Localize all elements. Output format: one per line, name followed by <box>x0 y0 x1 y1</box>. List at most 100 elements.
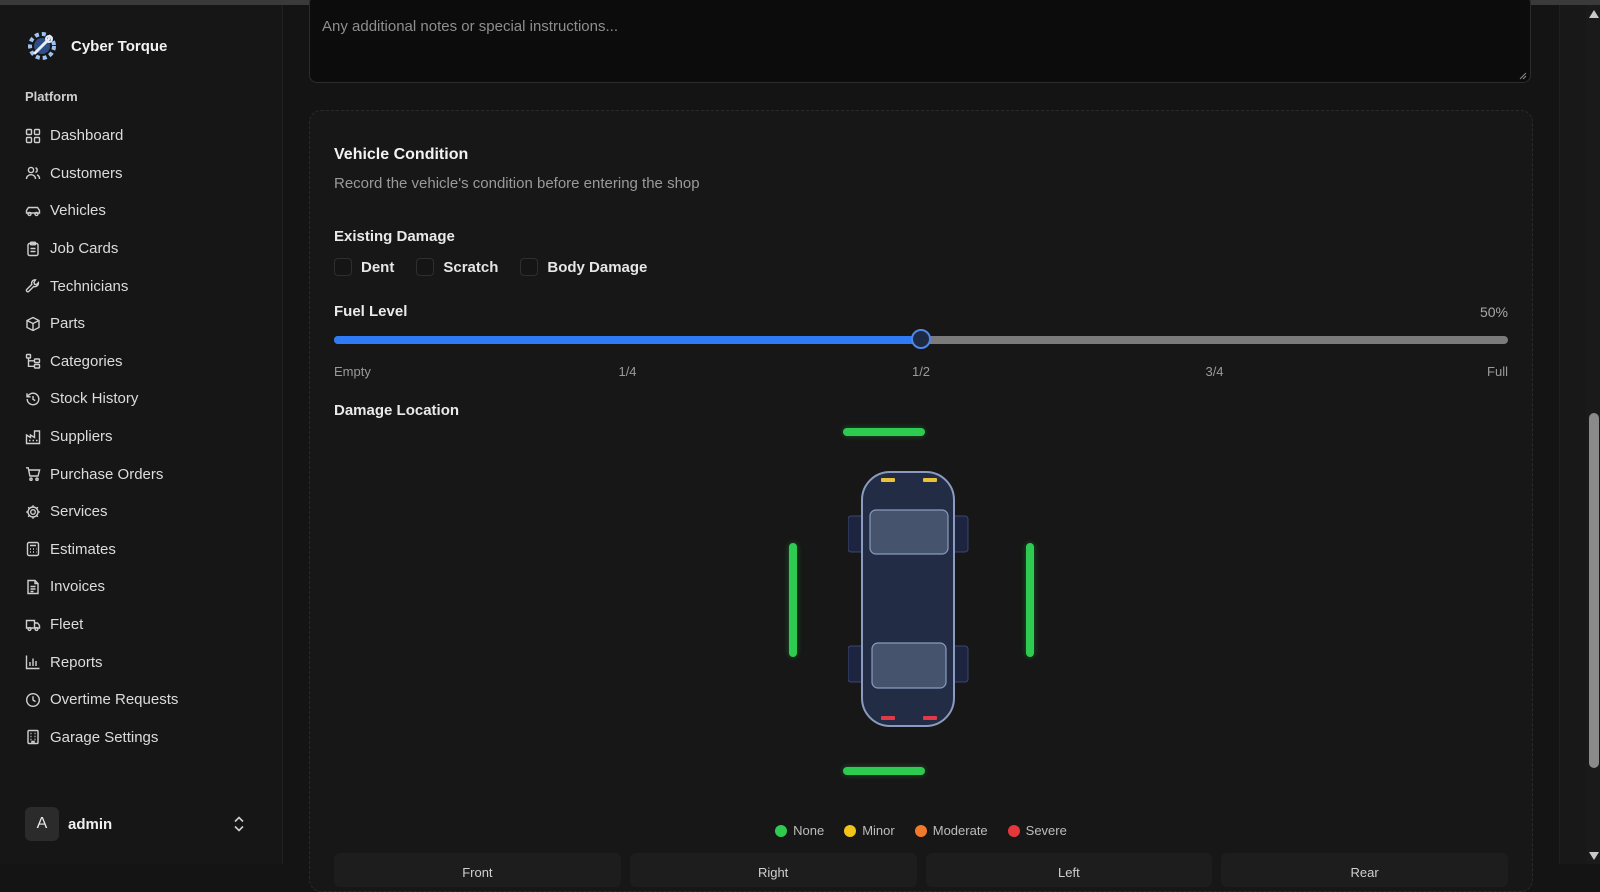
sidebar-item-stock-history[interactable]: Stock History <box>16 380 266 418</box>
scroll-up-arrow-icon[interactable] <box>1589 10 1599 18</box>
fuel-tick-label: 1/2 <box>911 364 931 379</box>
sidebar-item-label: Parts <box>50 315 86 333</box>
chevron-up-down-icon <box>234 816 244 832</box>
checkbox-box[interactable] <box>520 258 539 276</box>
sidebar-item-label: Estimates <box>50 540 116 558</box>
damage-side-tabs: Front Right Left Rear <box>334 853 1508 887</box>
sidebar-item-services[interactable]: Services <box>16 493 266 531</box>
sidebar-item-technicians[interactable]: Technicians <box>16 267 266 305</box>
legend-label: Moderate <box>932 823 988 838</box>
building-icon <box>27 730 39 745</box>
sidebar-item-overtime-requests[interactable]: Overtime Requests <box>16 681 266 719</box>
sidebar-item-label: Overtime Requests <box>50 691 179 709</box>
checkbox-label: Dent <box>361 258 395 276</box>
avatar: A <box>25 807 59 841</box>
sidebar-item-estimates[interactable]: Estimates <box>16 531 266 569</box>
tab-rear[interactable]: Rear <box>1221 853 1508 887</box>
sidebar-item-purchase-orders[interactable]: Purchase Orders <box>16 455 266 493</box>
scroll-down-arrow-icon[interactable] <box>1589 852 1599 860</box>
sidebar-item-vehicles[interactable]: Vehicles <box>16 192 266 230</box>
legend-item-severe: Severe <box>1007 823 1067 838</box>
sidebar-item-label: Garage Settings <box>50 728 159 746</box>
sidebar-item-label: Fleet <box>50 616 84 634</box>
wrench-icon <box>25 279 40 293</box>
brand[interactable]: Cyber Torque <box>25 29 167 63</box>
tab-left[interactable]: Left <box>925 853 1213 887</box>
left-damage-zone[interactable] <box>789 543 797 657</box>
receipt-icon <box>27 579 39 595</box>
tab-right[interactable]: Right <box>629 853 917 887</box>
box-icon <box>26 316 40 332</box>
sidebar-item-label: Suppliers <box>50 428 113 446</box>
sidebar: Cyber Torque Platform Dashboard Customer… <box>0 5 283 864</box>
legend-dot <box>914 824 927 837</box>
checkbox-box[interactable] <box>334 258 352 276</box>
sidebar-item-label: Job Cards <box>50 240 119 258</box>
dent-checkbox[interactable]: Dent <box>334 258 394 276</box>
users-icon <box>25 167 41 180</box>
fuel-tick-label: 1/4 <box>618 364 637 379</box>
sidebar-item-label: Stock History <box>50 390 139 408</box>
sidebar-item-suppliers[interactable]: Suppliers <box>16 418 266 456</box>
legend-label: Minor <box>862 823 895 838</box>
calculator-icon <box>26 542 40 557</box>
sidebar-item-parts[interactable]: Parts <box>16 305 266 343</box>
sidebar-item-job-cards[interactable]: Job Cards <box>16 230 266 268</box>
sidebar-item-reports[interactable]: Reports <box>16 643 266 681</box>
sidebar-item-customers[interactable]: Customers <box>16 155 266 193</box>
fuel-tick-labels: Empty 1/4 1/2 3/4 Full <box>334 364 1508 380</box>
sidebar-item-label: Technicians <box>50 277 129 295</box>
fuel-tick-label: 3/4 <box>1205 364 1224 379</box>
right-damage-zone[interactable] <box>1026 543 1034 657</box>
sidebar-item-categories[interactable]: Categories <box>16 343 266 381</box>
sidebar-item-label: Reports <box>50 653 103 671</box>
damage-location-label: Damage Location <box>334 402 460 419</box>
car-icon <box>25 206 41 217</box>
fuel-level-slider[interactable] <box>334 329 1508 349</box>
sidebar-item-fleet[interactable]: Fleet <box>16 606 266 644</box>
checkbox-box[interactable] <box>416 258 435 276</box>
tab-front[interactable]: Front <box>334 853 621 887</box>
nav-section-label: Platform <box>25 89 78 104</box>
resize-grip-icon[interactable] <box>1519 72 1527 80</box>
sidebar-item-garage-settings[interactable]: Garage Settings <box>16 719 266 757</box>
fuel-tick-label: Empty <box>334 364 371 379</box>
sidebar-item-label: Categories <box>50 352 123 370</box>
front-damage-zone[interactable] <box>843 428 925 436</box>
damage-legend: None Minor Moderate Severe <box>310 823 1532 838</box>
fuel-level-value: 50% <box>1479 304 1508 320</box>
fuel-tick-label: Full <box>1487 364 1508 379</box>
sidebar-item-dashboard[interactable]: Dashboard <box>16 117 266 155</box>
truck-icon <box>25 619 41 631</box>
fuel-slider-thumb[interactable] <box>911 329 931 349</box>
user-menu[interactable]: A admin <box>25 806 247 842</box>
card-title: Vehicle Condition <box>334 146 469 163</box>
page-scrollbar[interactable] <box>1559 5 1600 864</box>
fuel-level-label: Fuel Level <box>334 303 408 320</box>
notes-placeholder: Any additional notes or special instruct… <box>322 18 618 35</box>
damage-checkboxes: Dent Scratch Body Damage <box>334 258 669 276</box>
sidebar-item-label: Invoices <box>50 578 106 596</box>
scrollbar-thumb[interactable] <box>1589 413 1599 768</box>
card-subtitle: Record the vehicle's condition before en… <box>334 175 700 192</box>
cog-icon <box>26 504 40 519</box>
body-damage-checkbox[interactable]: Body Damage <box>520 258 647 276</box>
legend-item-moderate: Moderate <box>914 823 988 838</box>
sidebar-item-invoices[interactable]: Invoices <box>16 568 266 606</box>
sidebar-item-label: Customers <box>50 164 123 182</box>
main-content: Any additional notes or special instruct… <box>283 0 1559 892</box>
scratch-checkbox[interactable]: Scratch <box>416 258 498 276</box>
user-name: admin <box>68 815 113 833</box>
notes-textarea[interactable]: Any additional notes or special instruct… <box>309 0 1531 83</box>
sidebar-item-label: Purchase Orders <box>50 465 164 483</box>
existing-damage-label: Existing Damage <box>334 228 455 245</box>
bar-chart-icon <box>25 655 40 670</box>
sidebar-item-label: Vehicles <box>50 202 106 220</box>
sidebar-nav: Dashboard Customers Vehicles Job Cards T… <box>16 117 266 756</box>
car-top-view-icon <box>848 471 969 727</box>
sidebar-item-label: Dashboard <box>50 127 124 145</box>
rear-damage-zone[interactable] <box>843 767 925 775</box>
legend-label: None <box>793 823 825 838</box>
clipboard-icon <box>27 241 39 256</box>
tree-icon <box>25 354 41 370</box>
